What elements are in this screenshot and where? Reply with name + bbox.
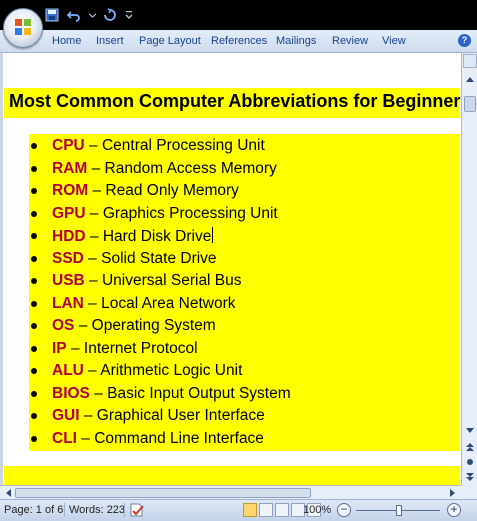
meaning: – Basic Input Output System bbox=[89, 385, 291, 402]
abbreviation: USB bbox=[52, 272, 85, 289]
tab-references[interactable]: References bbox=[211, 35, 267, 47]
scroll-right-icon[interactable] bbox=[446, 486, 460, 500]
undo-icon[interactable] bbox=[66, 7, 82, 23]
title-bar bbox=[0, 0, 477, 30]
meaning: – Graphical User Interface bbox=[79, 407, 265, 424]
meaning: – Universal Serial Bus bbox=[84, 272, 242, 289]
tab-insert[interactable]: Insert bbox=[96, 35, 124, 47]
meaning: – Local Area Network bbox=[83, 295, 236, 312]
customize-qat-icon[interactable] bbox=[124, 7, 134, 23]
scrollbar-corner bbox=[461, 485, 477, 499]
scroll-down-icon[interactable] bbox=[463, 424, 477, 438]
zoom-level[interactable]: 100% bbox=[303, 504, 331, 516]
meaning: – Arithmetic Logic Unit bbox=[83, 362, 243, 379]
tab-page-layout[interactable]: Page Layout bbox=[139, 35, 201, 47]
help-icon[interactable]: ? bbox=[458, 34, 471, 47]
abbreviation: SSD bbox=[52, 250, 84, 267]
bullet bbox=[31, 143, 37, 149]
view-ruler-icon[interactable] bbox=[463, 54, 477, 68]
bullet bbox=[31, 301, 37, 307]
bullet bbox=[31, 211, 37, 217]
vertical-scroll-thumb[interactable] bbox=[464, 96, 476, 112]
next-page-icon[interactable] bbox=[463, 470, 477, 484]
meaning: – Operating System bbox=[74, 317, 216, 334]
meaning: – Central Processing Unit bbox=[84, 137, 265, 154]
bullet bbox=[31, 368, 37, 374]
save-icon[interactable] bbox=[44, 7, 60, 23]
next-highlight-block bbox=[4, 466, 460, 485]
zoom-out-icon[interactable]: − bbox=[337, 503, 351, 517]
bullet bbox=[31, 346, 37, 352]
redo-icon[interactable] bbox=[102, 7, 118, 23]
print-layout-view-icon[interactable] bbox=[243, 503, 257, 517]
meaning: – Internet Protocol bbox=[66, 340, 198, 357]
bullet bbox=[31, 233, 37, 239]
scroll-up-icon[interactable] bbox=[463, 72, 477, 86]
select-browse-object-icon[interactable] bbox=[463, 455, 477, 469]
divider bbox=[64, 503, 65, 517]
tab-mailings[interactable]: Mailings bbox=[276, 35, 316, 47]
undo-dropdown-icon[interactable] bbox=[88, 7, 96, 23]
bullet bbox=[31, 391, 37, 397]
abbreviation-list: CPU – Central Processing Unit RAM – Rand… bbox=[29, 134, 460, 451]
bullet bbox=[31, 323, 37, 329]
bullet bbox=[31, 413, 37, 419]
bullet bbox=[31, 188, 37, 194]
abbreviation: GPU bbox=[52, 205, 86, 222]
divider bbox=[124, 503, 125, 517]
scroll-left-icon[interactable] bbox=[1, 486, 15, 500]
document-area[interactable]: Most Common Computer Abbreviations for B… bbox=[0, 53, 461, 485]
previous-page-icon[interactable] bbox=[463, 440, 477, 454]
quick-access-toolbar bbox=[44, 6, 134, 24]
abbreviation: IP bbox=[52, 340, 67, 357]
zoom-slider-thumb[interactable] bbox=[396, 505, 402, 516]
document-title: Most Common Computer Abbreviations for B… bbox=[9, 91, 461, 111]
tab-view[interactable]: View bbox=[382, 35, 406, 47]
bullet bbox=[31, 436, 37, 442]
horizontal-scrollbar[interactable] bbox=[0, 485, 461, 500]
abbreviation: BIOS bbox=[52, 385, 90, 402]
abbreviation: RAM bbox=[52, 160, 88, 177]
abbreviation: LAN bbox=[52, 295, 84, 312]
tab-home[interactable]: Home bbox=[52, 35, 81, 47]
meaning: – Hard Disk Drive bbox=[85, 228, 212, 245]
abbreviation: CPU bbox=[52, 137, 85, 154]
meaning: – Graphics Processing Unit bbox=[85, 205, 278, 222]
ribbon-tab-bar: Home Insert Page Layout References Maili… bbox=[0, 30, 477, 53]
abbreviation: ALU bbox=[52, 362, 84, 379]
title-highlight: Most Common Computer Abbreviations for B… bbox=[4, 88, 461, 118]
word-count[interactable]: Words: 223 bbox=[69, 504, 125, 516]
meaning: – Command Line Interface bbox=[76, 430, 264, 447]
tab-review[interactable]: Review bbox=[332, 35, 368, 47]
zoom-in-icon[interactable]: + bbox=[447, 503, 461, 517]
text-cursor bbox=[212, 227, 214, 243]
status-bar: Page: 1 of 6 Words: 223 100% − + bbox=[0, 499, 477, 521]
page-count[interactable]: Page: 1 of 6 bbox=[4, 504, 63, 516]
office-button[interactable] bbox=[3, 8, 43, 48]
abbreviation: ROM bbox=[52, 182, 89, 199]
full-screen-reading-view-icon[interactable] bbox=[259, 503, 273, 517]
spell-check-icon[interactable] bbox=[129, 502, 145, 518]
meaning: – Solid State Drive bbox=[83, 250, 217, 267]
abbreviation: HDD bbox=[52, 228, 86, 245]
meaning: – Read Only Memory bbox=[88, 182, 239, 199]
abbreviation: CLI bbox=[52, 430, 77, 447]
web-layout-view-icon[interactable] bbox=[275, 503, 289, 517]
meaning: – Random Access Memory bbox=[87, 160, 277, 177]
page-edge bbox=[0, 53, 3, 485]
abbreviation: GUI bbox=[52, 407, 80, 424]
office-button-icon bbox=[15, 19, 31, 35]
vertical-scrollbar[interactable] bbox=[461, 53, 477, 485]
abbreviation: OS bbox=[52, 317, 75, 334]
bullet bbox=[31, 256, 37, 262]
horizontal-scroll-thumb[interactable] bbox=[15, 488, 311, 498]
bullet bbox=[31, 166, 37, 172]
bullet bbox=[31, 278, 37, 284]
